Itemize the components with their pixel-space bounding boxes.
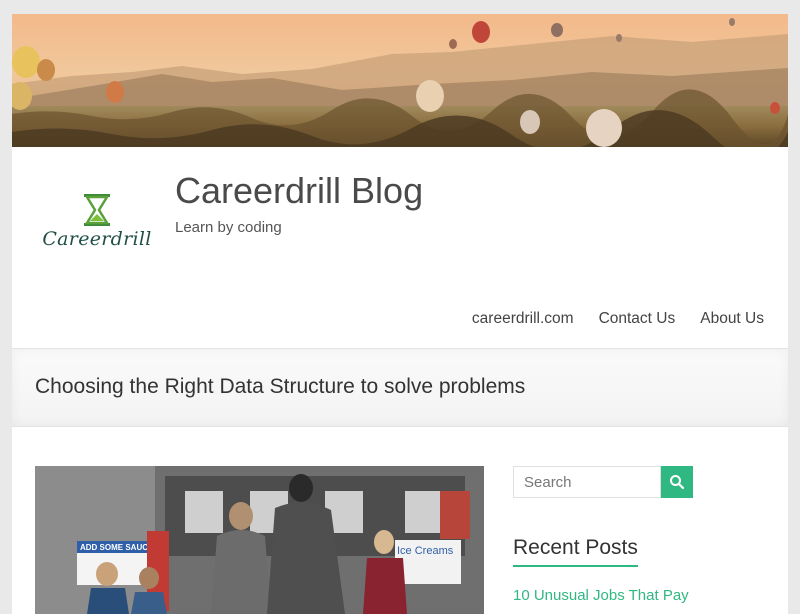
search-form (513, 466, 693, 498)
site-logo[interactable]: Careerdrill (42, 190, 152, 260)
nav-item-careerdrill[interactable]: careerdrill.com (472, 310, 574, 328)
site-tagline: Learn by coding (175, 219, 282, 236)
header-banner-image (12, 14, 788, 147)
sign-sauce: ADD SOME SAUCE! (80, 543, 156, 552)
site-title[interactable]: Careerdrill Blog (175, 170, 423, 212)
recent-post-link[interactable]: 10 Unusual Jobs That Pay (513, 587, 689, 604)
search-icon (670, 475, 685, 490)
recent-posts-heading: Recent Posts (513, 536, 638, 567)
search-input[interactable] (513, 466, 661, 498)
nav-item-contact-us[interactable]: Contact Us (599, 310, 676, 328)
featured-image[interactable]: ADD SOME SAUCE! Ice Creams (35, 466, 484, 614)
main-navigation: careerdrill.com Contact Us About Us (472, 310, 764, 328)
page-title: Choosing the Right Data Structure to sol… (35, 375, 526, 398)
search-button[interactable] (661, 466, 693, 498)
sign-ice-creams: Ice Creams (397, 545, 454, 557)
logo-text: Careerdrill (42, 228, 152, 250)
page-container: Careerdrill Careerdrill Blog Learn by co… (12, 14, 788, 614)
nav-item-about-us[interactable]: About Us (700, 310, 764, 328)
hourglass-icon (84, 194, 110, 226)
page-title-bar: Choosing the Right Data Structure to sol… (12, 348, 788, 427)
